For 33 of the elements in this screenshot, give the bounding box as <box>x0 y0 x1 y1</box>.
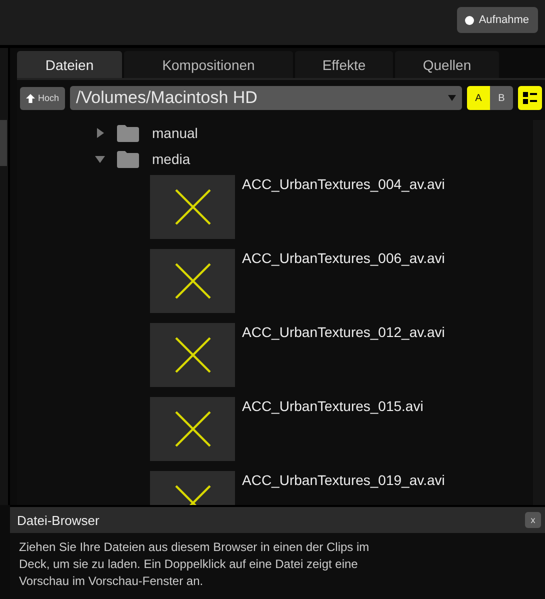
file-name[interactable]: ACC_UrbanTextures_019_av.avi <box>242 472 445 488</box>
list-view-icon <box>523 92 537 104</box>
file-name[interactable]: ACC_UrbanTextures_012_av.avi <box>242 324 445 340</box>
panel-title: Datei-Browser <box>17 512 100 528</box>
tab[interactable]: Quellen <box>395 51 499 78</box>
cross-icon <box>174 189 210 225</box>
view-mode-button[interactable] <box>518 86 542 110</box>
up-arrow-icon <box>26 94 35 102</box>
cross-icon <box>174 411 210 447</box>
folder-name[interactable]: manual <box>152 125 198 141</box>
folder-icon <box>117 150 139 168</box>
disclosure-icon[interactable] <box>95 154 105 164</box>
close-button[interactable]: x <box>525 512 541 528</box>
file-name[interactable]: ACC_UrbanTextures_004_av.avi <box>242 176 445 192</box>
folder-icon <box>117 124 139 142</box>
help-text: Ziehen Sie Ihre Dateien aus diesem Browser in einen der Clips im Deck, um sie zu laden. Ein Doppelklick auf eine Datei zeigt eine Vorschau im Vorschau-Fenster an. <box>19 539 370 590</box>
scrollbar-thumb[interactable] <box>0 120 7 166</box>
caret-icon <box>448 95 456 101</box>
deck-toggle[interactable]: A <box>467 86 490 110</box>
cross-icon <box>174 337 210 373</box>
file-name[interactable]: ACC_UrbanTextures_015.avi <box>242 398 424 414</box>
record-icon <box>464 16 474 24</box>
cross-icon <box>174 263 210 299</box>
deck-toggle[interactable]: B <box>490 86 513 110</box>
path-dropdown[interactable]: /Volumes/Macintosh HD <box>70 86 462 110</box>
disclosure-icon[interactable] <box>95 128 105 138</box>
file-name[interactable]: ACC_UrbanTextures_006_av.avi <box>242 250 445 266</box>
tab[interactable]: Kompositionen <box>124 51 293 78</box>
tab[interactable]: Effekte <box>295 51 393 78</box>
record-button[interactable]: Aufnahme <box>456 7 538 33</box>
up-button[interactable]: Hoch <box>20 86 66 110</box>
tab[interactable]: Dateien <box>17 51 122 78</box>
folder-name[interactable]: media <box>152 151 190 167</box>
